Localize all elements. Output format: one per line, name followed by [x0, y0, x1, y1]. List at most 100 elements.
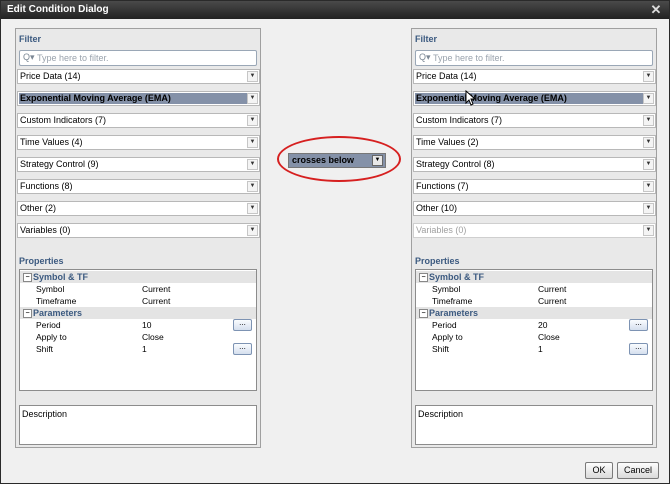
property-row[interactable]: Shift 1... — [20, 343, 256, 355]
chevron-down-icon[interactable]: ▼ — [247, 203, 258, 214]
property-row[interactable]: Timeframe Current — [416, 295, 652, 307]
property-key: Timeframe — [432, 296, 473, 306]
property-key: Symbol — [432, 284, 461, 294]
dropdown-label: Strategy Control (9) — [20, 159, 99, 169]
dropdown-label: Variables (0) — [20, 225, 71, 235]
ellipsis-button[interactable]: ... — [629, 319, 648, 331]
dropdown-label: Custom Indicators (7) — [20, 115, 107, 125]
dropdown-strategy-control[interactable]: Strategy Control (8) ▼ — [413, 157, 656, 172]
chevron-down-icon[interactable]: ▼ — [643, 115, 654, 126]
close-icon[interactable]: ✕ — [649, 1, 663, 19]
chevron-down-icon[interactable]: ▼ — [247, 181, 258, 192]
dropdown-selected-indicator[interactable]: Exponential Moving Average (EMA) ▼ — [413, 91, 656, 106]
filter-title: Filter — [19, 34, 42, 44]
dropdown-custom-indicators[interactable]: Custom Indicators (7) ▼ — [413, 113, 656, 128]
chevron-down-icon[interactable]: ▼ — [247, 159, 258, 170]
chevron-down-icon[interactable]: ▼ — [643, 93, 654, 104]
chevron-down-icon[interactable]: ▼ — [247, 93, 258, 104]
property-value[interactable]: 10 — [142, 320, 151, 330]
property-grid: − Symbol & TF Symbol Current Timeframe Curr… — [415, 269, 653, 391]
property-row[interactable]: Timeframe Current — [20, 295, 256, 307]
collapse-icon[interactable]: − — [419, 309, 428, 318]
property-value[interactable]: 20 — [538, 320, 547, 330]
operator-dropdown[interactable]: crosses below ▼ — [288, 153, 386, 168]
property-value[interactable]: Current — [142, 284, 170, 294]
group-parameters[interactable]: − Parameters — [416, 307, 652, 319]
group-symbol-tf[interactable]: − Symbol & TF — [416, 271, 652, 283]
dropdown-custom-indicators[interactable]: Custom Indicators (7) ▼ — [17, 113, 260, 128]
dropdown-label: Variables (0) — [416, 225, 467, 235]
property-key: Period — [36, 320, 61, 330]
description-label: Description — [22, 409, 68, 419]
group-symbol-tf[interactable]: − Symbol & TF — [20, 271, 256, 283]
dropdown-strategy-control[interactable]: Strategy Control (9) ▼ — [17, 157, 260, 172]
filter-input[interactable] — [433, 51, 647, 64]
filter-input[interactable] — [37, 51, 251, 64]
description-box: Description — [19, 405, 257, 445]
edit-condition-dialog: Edit Condition Dialog ✕ Filter Q▾ Price … — [0, 0, 670, 484]
collapse-icon[interactable]: − — [23, 309, 32, 318]
dropdown-other[interactable]: Other (10) ▼ — [413, 201, 656, 216]
description-box: Description — [415, 405, 653, 445]
property-value[interactable]: Close — [142, 332, 164, 342]
dropdown-label: Functions (7) — [416, 181, 469, 191]
dropdown-label: Other (2) — [20, 203, 57, 213]
ellipsis-button[interactable]: ... — [629, 343, 648, 355]
dropdown-functions[interactable]: Functions (7) ▼ — [413, 179, 656, 194]
property-value[interactable]: Current — [538, 296, 566, 306]
dropdown-price-data[interactable]: Price Data (14) ▼ — [413, 69, 656, 84]
chevron-down-icon[interactable]: ▼ — [643, 71, 654, 82]
property-value[interactable]: 1 — [142, 344, 147, 354]
chevron-down-icon[interactable]: ▼ — [643, 159, 654, 170]
chevron-down-icon[interactable]: ▼ — [372, 155, 383, 166]
collapse-icon[interactable]: − — [23, 273, 32, 282]
property-row[interactable]: Period 10... — [20, 319, 256, 331]
chevron-down-icon[interactable]: ▼ — [247, 137, 258, 148]
property-key: Period — [432, 320, 457, 330]
dropdown-label: Price Data (14) — [20, 71, 81, 81]
dropdown-label: Time Values (4) — [20, 137, 83, 147]
cancel-button[interactable]: Cancel — [617, 462, 659, 479]
ellipsis-button[interactable]: ... — [233, 319, 252, 331]
search-icon: Q▾ — [419, 52, 431, 62]
dropdown-selected-indicator[interactable]: Exponential Moving Average (EMA) ▼ — [17, 91, 260, 106]
dropdown-functions[interactable]: Functions (8) ▼ — [17, 179, 260, 194]
dropdown-variables: Variables (0) ▼ — [413, 223, 656, 238]
dropdown-time-values[interactable]: Time Values (4) ▼ — [17, 135, 260, 150]
property-row[interactable]: Symbol Current — [416, 283, 652, 295]
chevron-down-icon[interactable]: ▼ — [643, 137, 654, 148]
collapse-icon[interactable]: − — [419, 273, 428, 282]
dropdown-label: Other (10) — [416, 203, 458, 213]
property-row[interactable]: Shift 1... — [416, 343, 652, 355]
dropdown-price-data[interactable]: Price Data (14) ▼ — [17, 69, 260, 84]
chevron-down-icon[interactable]: ▼ — [247, 71, 258, 82]
chevron-down-icon[interactable]: ▼ — [247, 115, 258, 126]
dropdown-label: Price Data (14) — [416, 71, 477, 81]
title-bar: Edit Condition Dialog ✕ — [1, 1, 669, 19]
ok-button[interactable]: OK — [585, 462, 613, 479]
ellipsis-button[interactable]: ... — [233, 343, 252, 355]
properties-title: Properties — [19, 256, 64, 266]
dropdown-time-values[interactable]: Time Values (2) ▼ — [413, 135, 656, 150]
chevron-down-icon[interactable]: ▼ — [247, 225, 258, 236]
chevron-down-icon[interactable]: ▼ — [643, 203, 654, 214]
property-value[interactable]: 1 — [538, 344, 543, 354]
group-label: Symbol & TF — [33, 272, 89, 282]
property-row[interactable]: Symbol Current — [20, 283, 256, 295]
chevron-down-icon[interactable]: ▼ — [643, 181, 654, 192]
property-value[interactable]: Current — [538, 284, 566, 294]
property-row[interactable]: Apply to Close — [416, 331, 652, 343]
property-row[interactable]: Period 20... — [416, 319, 652, 331]
dropdown-label: Strategy Control (8) — [416, 159, 495, 169]
window-title: Edit Condition Dialog — [7, 4, 109, 15]
dropdown-label: Exponential Moving Average (EMA) — [416, 93, 567, 103]
dropdown-other[interactable]: Other (2) ▼ — [17, 201, 260, 216]
group-parameters[interactable]: − Parameters — [20, 307, 256, 319]
dropdown-variables[interactable]: Variables (0) ▼ — [17, 223, 260, 238]
property-value[interactable]: Current — [142, 296, 170, 306]
property-row[interactable]: Apply to Close — [20, 331, 256, 343]
property-key: Apply to — [432, 332, 463, 342]
dropdown-label: Functions (8) — [20, 181, 73, 191]
filter-box: Q▾ — [19, 50, 257, 66]
property-value[interactable]: Close — [538, 332, 560, 342]
